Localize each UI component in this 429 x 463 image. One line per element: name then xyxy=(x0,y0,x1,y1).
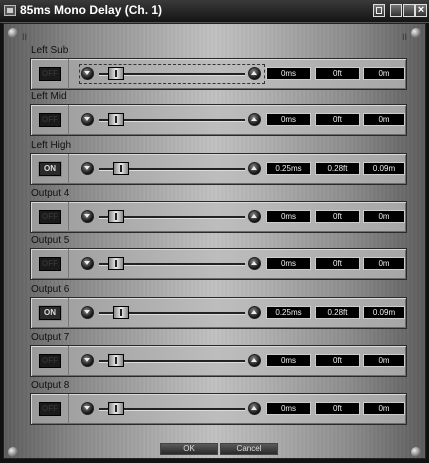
channel-toggle-button[interactable]: ON xyxy=(38,161,62,177)
delay-ms-field[interactable]: 0ms xyxy=(266,257,311,270)
channel-row: ON 0.25ms 0.28ft 0.09m xyxy=(30,297,407,329)
channel-row: OFF 0ms 0ft 0m xyxy=(30,248,407,280)
delay-m-field[interactable]: 0m xyxy=(363,67,405,80)
channel-toggle-button[interactable]: OFF xyxy=(39,354,61,368)
channel-row: OFF 0ms 0ft 0m xyxy=(30,104,407,136)
increase-delay-icon[interactable] xyxy=(248,354,261,367)
row-divider xyxy=(68,394,69,424)
row-divider xyxy=(68,249,69,279)
title-bar[interactable]: 85ms Mono Delay (Ch. 1) × xyxy=(0,0,429,23)
delay-ft-field[interactable]: 0.28ft xyxy=(315,162,360,175)
decrease-delay-icon[interactable] xyxy=(81,210,94,223)
delay-ms-field[interactable]: 0ms xyxy=(266,402,311,415)
cancel-button[interactable]: Cancel xyxy=(220,443,278,455)
delay-ft-field[interactable]: 0ft xyxy=(315,67,360,80)
delay-slider-thumb[interactable] xyxy=(108,67,124,80)
app-icon xyxy=(4,5,16,16)
channel-row: OFF 0ms 0ft 0m xyxy=(30,393,407,425)
channel-toggle-button[interactable]: OFF xyxy=(39,210,61,224)
increase-delay-icon[interactable] xyxy=(248,67,261,80)
delay-m-field[interactable]: 0m xyxy=(363,402,405,415)
decrease-delay-icon[interactable] xyxy=(81,402,94,415)
delay-m-field[interactable]: 0m xyxy=(363,354,405,367)
delay-ms-field[interactable]: 0ms xyxy=(266,210,311,223)
row-divider xyxy=(68,59,69,89)
delay-ft-field[interactable]: 0ft xyxy=(315,113,360,126)
delay-m-field[interactable]: 0.09m xyxy=(363,306,405,319)
channel-label: Output 4 xyxy=(31,188,70,199)
channel-toggle-button[interactable]: OFF xyxy=(39,402,61,416)
channel-toggle-button[interactable]: OFF xyxy=(39,113,61,127)
restore-icon[interactable] xyxy=(373,4,385,17)
ok-button[interactable]: OK xyxy=(160,443,218,455)
decrease-delay-icon[interactable] xyxy=(81,67,94,80)
decrease-delay-icon[interactable] xyxy=(81,113,94,126)
delay-m-field[interactable]: 0m xyxy=(363,210,405,223)
row-divider xyxy=(68,105,69,135)
delay-window: 85ms Mono Delay (Ch. 1) × II II Left Sub… xyxy=(0,0,429,463)
delay-ft-field[interactable]: 0ft xyxy=(315,257,360,270)
channel-toggle-button[interactable]: ON xyxy=(38,305,62,321)
delay-m-field[interactable]: 0.09m xyxy=(363,162,405,175)
delay-ft-field[interactable]: 0ft xyxy=(315,354,360,367)
delay-ms-field[interactable]: 0ms xyxy=(266,67,311,80)
increase-delay-icon[interactable] xyxy=(248,402,261,415)
row-divider xyxy=(68,298,69,328)
increase-delay-icon[interactable] xyxy=(248,257,261,270)
screw-icon xyxy=(8,28,18,38)
window-title: 85ms Mono Delay (Ch. 1) xyxy=(20,3,163,17)
delay-ms-field[interactable]: 0.25ms xyxy=(266,306,311,319)
maximize-icon[interactable] xyxy=(403,4,415,17)
channel-label: Output 5 xyxy=(31,235,70,246)
decrease-delay-icon[interactable] xyxy=(81,257,94,270)
delay-ms-field[interactable]: 0ms xyxy=(266,354,311,367)
delay-slider-thumb[interactable] xyxy=(108,210,124,223)
header-glyph-right: II xyxy=(402,32,408,42)
increase-delay-icon[interactable] xyxy=(248,306,261,319)
delay-ms-field[interactable]: 0ms xyxy=(266,113,311,126)
increase-delay-icon[interactable] xyxy=(248,113,261,126)
delay-ms-field[interactable]: 0.25ms xyxy=(266,162,311,175)
increase-delay-icon[interactable] xyxy=(248,162,261,175)
header-glyph-left: II xyxy=(22,32,28,42)
delay-slider-thumb[interactable] xyxy=(113,162,129,175)
screw-icon xyxy=(8,447,18,457)
delay-ft-field[interactable]: 0.28ft xyxy=(315,306,360,319)
channel-row: ON 0.25ms 0.28ft 0.09m xyxy=(30,153,407,185)
delay-slider-thumb[interactable] xyxy=(108,354,124,367)
screw-icon xyxy=(411,28,421,38)
delay-m-field[interactable]: 0m xyxy=(363,257,405,270)
channel-row: OFF 0ms 0ft 0m xyxy=(30,58,407,90)
decrease-delay-icon[interactable] xyxy=(81,354,94,367)
close-icon[interactable]: × xyxy=(415,4,427,17)
screw-icon xyxy=(411,447,421,457)
channel-toggle-button[interactable]: OFF xyxy=(39,257,61,271)
row-divider xyxy=(68,346,69,376)
increase-delay-icon[interactable] xyxy=(248,210,261,223)
delay-ft-field[interactable]: 0ft xyxy=(315,210,360,223)
delay-ft-field[interactable]: 0ft xyxy=(315,402,360,415)
channel-label: Output 7 xyxy=(31,332,70,343)
decrease-delay-icon[interactable] xyxy=(81,162,94,175)
channel-label: Left Sub xyxy=(31,45,69,56)
channel-label: Output 8 xyxy=(31,380,70,391)
channel-label: Left High xyxy=(31,140,72,151)
channel-row: OFF 0ms 0ft 0m xyxy=(30,345,407,377)
channel-toggle-button[interactable]: OFF xyxy=(39,67,61,81)
delay-slider-thumb[interactable] xyxy=(113,306,129,319)
channel-label: Left Mid xyxy=(31,91,67,102)
channel-row: OFF 0ms 0ft 0m xyxy=(30,201,407,233)
delay-m-field[interactable]: 0m xyxy=(363,113,405,126)
row-divider xyxy=(68,202,69,232)
delay-slider-thumb[interactable] xyxy=(108,113,124,126)
delay-slider-thumb[interactable] xyxy=(108,257,124,270)
channel-label: Output 6 xyxy=(31,284,70,295)
delay-slider-thumb[interactable] xyxy=(108,402,124,415)
decrease-delay-icon[interactable] xyxy=(81,306,94,319)
minimize-icon[interactable] xyxy=(390,4,402,17)
row-divider xyxy=(68,154,69,184)
